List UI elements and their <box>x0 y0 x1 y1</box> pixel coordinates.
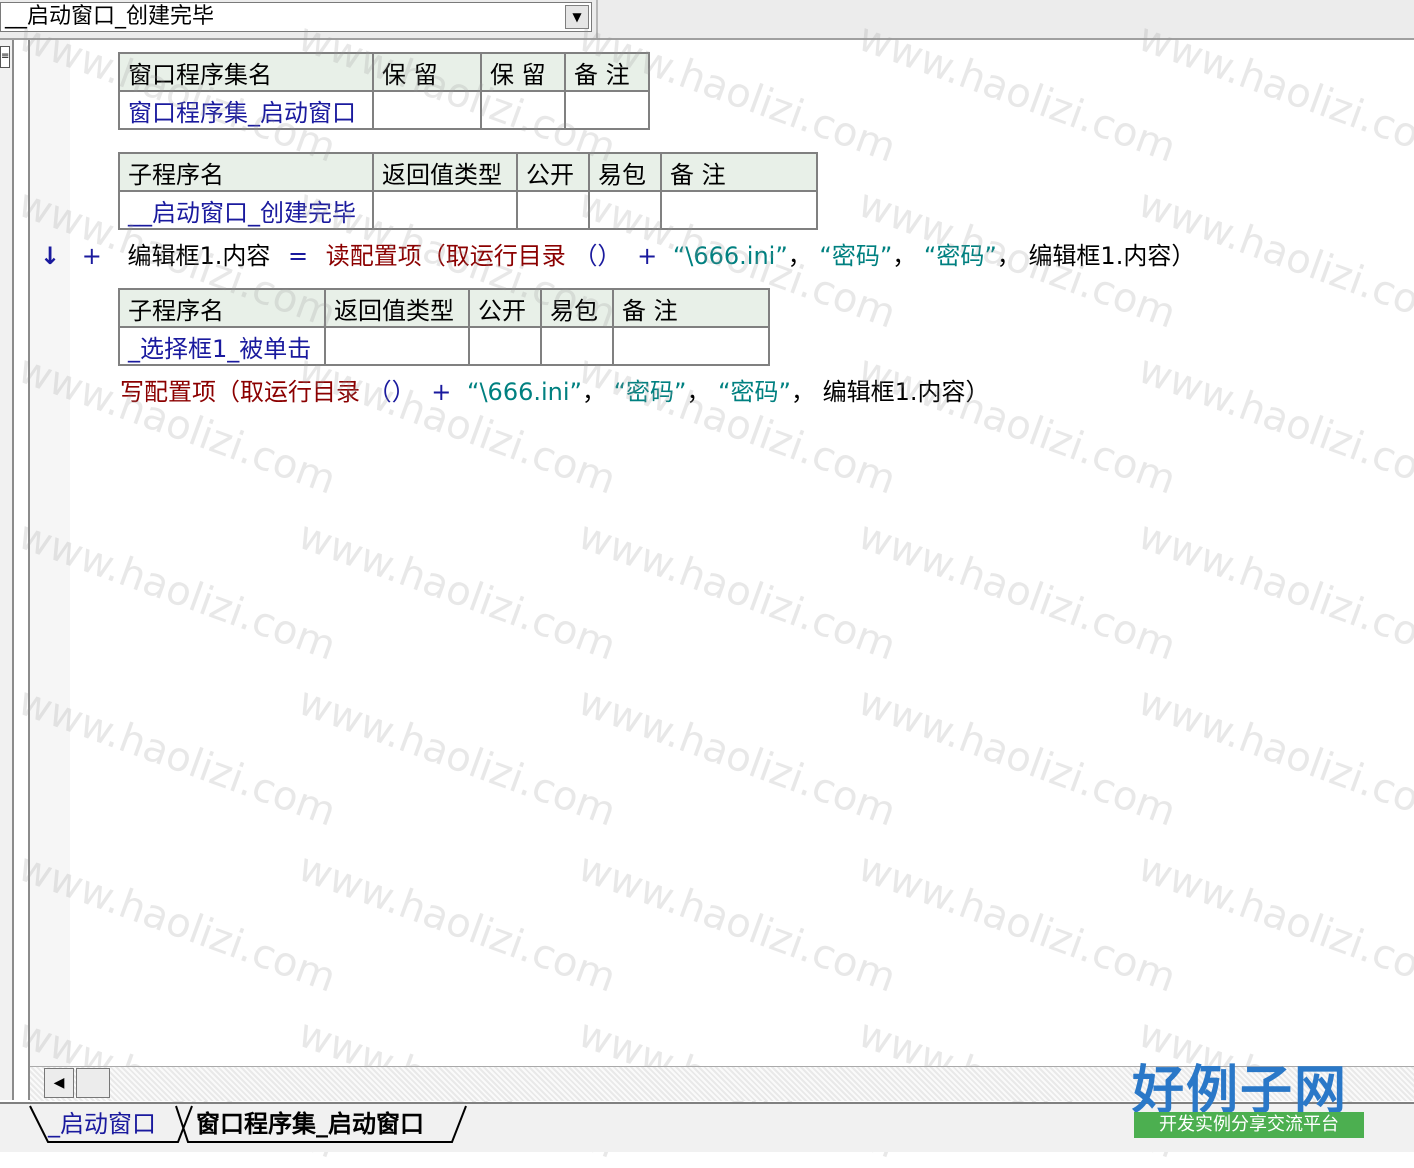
subroutine-name-cell[interactable]: __启动窗口_创建完毕 <box>118 190 374 230</box>
table-cell[interactable] <box>468 326 542 366</box>
header-cell: 易包 <box>540 288 614 328</box>
header-cell: 窗口程序集名 <box>118 52 374 92</box>
chevron-down-icon[interactable]: ▼ <box>565 5 589 29</box>
subroutine-name-cell[interactable]: _选择框1_被单击 <box>118 326 326 366</box>
argument: 编辑框1.内容 <box>1028 242 1172 270</box>
header-cell: 返回值类型 <box>372 152 518 192</box>
left-panel-edge <box>0 40 14 1100</box>
function-name-inner: 取运行目录 <box>445 242 566 270</box>
table-cell[interactable] <box>612 326 770 366</box>
scroll-left-icon[interactable]: ◀ <box>44 1068 74 1098</box>
comma: ， <box>791 378 815 406</box>
subroutine-table-1: 子程序名 返回值类型 公开 易包 备 注 __启动窗口_创建完毕 <box>118 152 818 230</box>
header-cell: 备 注 <box>564 52 650 92</box>
header-cell: 返回值类型 <box>324 288 470 328</box>
comma: ， <box>892 242 917 270</box>
string-literal: “密码” <box>718 378 791 406</box>
table-cell[interactable] <box>480 90 566 130</box>
paren-open: （ <box>421 242 446 270</box>
string-literal: “密码” <box>819 242 893 270</box>
paren-close: ） <box>1171 242 1196 270</box>
tab-outline <box>29 1105 467 1143</box>
plus-operator: + <box>637 242 658 270</box>
scroll-thumb[interactable] <box>76 1068 110 1098</box>
subroutine-select[interactable]: __启动窗口_创建完毕 ▼ <box>0 2 592 32</box>
expand-plus-icon[interactable]: + <box>82 242 102 270</box>
function-name: 写配置项 <box>120 378 216 406</box>
header-cell: 保 留 <box>480 52 566 92</box>
code-line-1[interactable]: ↓ + 编辑框1.内容 = 读配置项（取运行目录 （） + “\666.ini”… <box>40 240 1195 272</box>
header-cell: 子程序名 <box>118 152 374 192</box>
table-cell[interactable] <box>372 190 518 230</box>
function-name: 读配置项 <box>325 242 422 270</box>
string-literal: “\666.ini” <box>672 242 788 270</box>
header-cell: 易包 <box>588 152 662 192</box>
call-parens: （） <box>573 242 622 270</box>
header-cell: 备 注 <box>612 288 770 328</box>
string-literal: “密码” <box>923 242 997 270</box>
plus-operator: + <box>431 378 452 406</box>
string-literal: “\666.ini” <box>467 378 582 406</box>
paren-open: （ <box>216 378 240 406</box>
site-logo-tagline: 开发实例分享交流平台 <box>1134 1112 1364 1138</box>
header-cell: 备 注 <box>660 152 818 192</box>
table-cell[interactable] <box>516 190 590 230</box>
assembly-table: 窗口程序集名 保 留 保 留 备 注 窗口程序集_启动窗口 <box>118 52 650 130</box>
header-cell: 公开 <box>468 288 542 328</box>
table-cell[interactable] <box>372 90 482 130</box>
code-line-2[interactable]: 写配置项（取运行目录 （） + “\666.ini”， “密码”， “密码”， … <box>120 376 990 408</box>
paren-close: ） <box>965 378 990 406</box>
assign-target: 编辑框1.内容 <box>127 242 271 270</box>
table-cell[interactable] <box>324 326 470 366</box>
editor-gutter <box>30 40 70 1100</box>
argument: 编辑框1.内容 <box>822 378 966 406</box>
toolbar-divider <box>596 0 598 38</box>
subroutine-table-2: 子程序名 返回值类型 公开 易包 备 注 _选择框1_被单击 <box>118 288 770 366</box>
comma: ， <box>787 242 812 270</box>
function-name-inner: 取运行目录 <box>240 378 360 406</box>
table-cell[interactable] <box>564 90 650 130</box>
header-cell: 保 留 <box>372 52 482 92</box>
assign-operator: = <box>288 242 309 270</box>
collapse-panel-icon[interactable]: ≡ <box>0 46 10 68</box>
string-literal: “密码” <box>613 378 687 406</box>
call-parens: （） <box>367 378 416 406</box>
header-cell: 子程序名 <box>118 288 326 328</box>
table-cell[interactable] <box>588 190 662 230</box>
comma: ， <box>996 242 1021 270</box>
assembly-name-cell[interactable]: 窗口程序集_启动窗口 <box>118 90 374 130</box>
flow-arrow-icon[interactable]: ↓ <box>40 242 60 270</box>
subroutine-select-value: __启动窗口_创建完毕 <box>5 4 215 29</box>
comma: ， <box>581 378 606 406</box>
comma: ， <box>686 378 711 406</box>
header-cell: 公开 <box>516 152 590 192</box>
table-cell[interactable] <box>660 190 818 230</box>
table-cell[interactable] <box>540 326 614 366</box>
